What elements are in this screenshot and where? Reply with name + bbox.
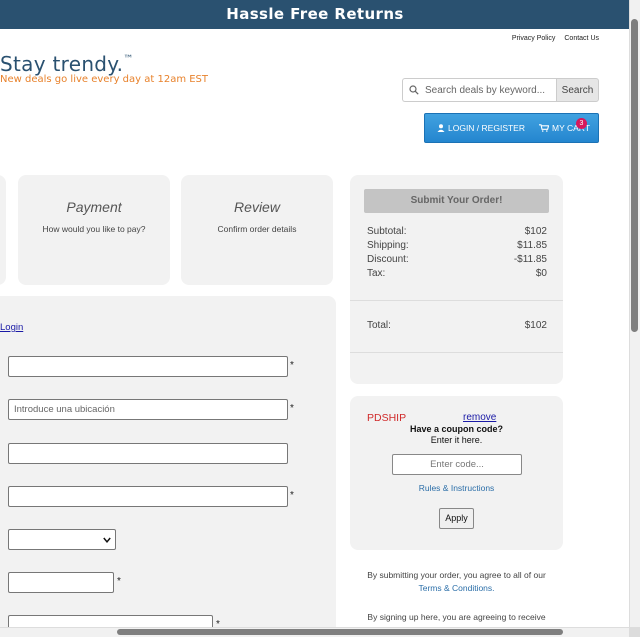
summary-label: Tax: bbox=[367, 268, 386, 279]
summary-label: Discount: bbox=[367, 254, 409, 265]
required-asterisk: * bbox=[290, 490, 294, 501]
summary-divider bbox=[350, 352, 563, 353]
terms-conditions-link[interactable]: Terms & Conditions. bbox=[418, 583, 494, 593]
vertical-scrollbar-thumb[interactable] bbox=[631, 19, 638, 332]
summary-value: $0 bbox=[535, 268, 547, 279]
step-card-review[interactable]: Review Confirm order details bbox=[181, 175, 333, 285]
terms-text: By submitting your order, you agree to a… bbox=[367, 570, 546, 580]
brand-logo[interactable]: Stay trendy.™ bbox=[0, 52, 134, 76]
signup-notice: By signing up here, you are agreeing to … bbox=[367, 612, 546, 622]
chevron-down-icon bbox=[103, 537, 111, 543]
applied-promo-code: PDSHIP bbox=[367, 412, 407, 424]
cart-count-badge: 3 bbox=[576, 118, 587, 129]
step-subtitle: How would you like to pay? bbox=[42, 224, 146, 234]
form-select[interactable] bbox=[8, 529, 116, 550]
remove-promo-link[interactable]: remove bbox=[463, 412, 496, 423]
brand-tagline: New deals go live every day at 12am EST bbox=[0, 74, 209, 85]
summary-row-tax: Tax: $0 bbox=[367, 268, 547, 279]
checkout-page: Hassle Free Returns Privacy Policy Conta… bbox=[0, 0, 640, 637]
terms-notice: By submitting your order, you agree to a… bbox=[350, 569, 563, 595]
step-title: Payment bbox=[66, 199, 122, 215]
step-subtitle: Confirm order details bbox=[217, 224, 297, 234]
rules-instructions-link[interactable]: Rules & Instructions bbox=[350, 483, 563, 493]
submit-order-button[interactable]: Submit Your Order! bbox=[364, 189, 549, 213]
apply-coupon-button[interactable]: Apply bbox=[439, 508, 474, 529]
brand-name: Stay trendy. bbox=[0, 52, 124, 76]
search-button[interactable]: Search bbox=[556, 78, 599, 102]
summary-divider bbox=[350, 300, 563, 301]
required-asterisk: * bbox=[117, 576, 121, 587]
search-icon bbox=[409, 85, 419, 95]
summary-label: Subtotal: bbox=[367, 226, 407, 237]
login-register-button[interactable]: LOGIN / REGISTER bbox=[437, 123, 525, 133]
step-card-payment[interactable]: Payment How would you like to pay? bbox=[18, 175, 170, 285]
location-field[interactable] bbox=[8, 399, 288, 420]
form-field-4[interactable] bbox=[8, 486, 288, 507]
form-field-3[interactable] bbox=[8, 443, 288, 464]
summary-row-subtotal: Subtotal: $102 bbox=[367, 226, 547, 237]
user-icon bbox=[437, 124, 445, 132]
header-links: Privacy Policy Contact Us bbox=[505, 35, 599, 42]
summary-label: Shipping: bbox=[367, 240, 409, 251]
summary-row-shipping: Shipping: $11.85 bbox=[367, 240, 547, 251]
summary-value: $102 bbox=[524, 226, 547, 237]
step-card-shipping[interactable] bbox=[0, 175, 6, 285]
required-asterisk: * bbox=[290, 360, 294, 371]
summary-value: -$11.85 bbox=[513, 254, 547, 265]
scrollbar-corner bbox=[629, 627, 640, 637]
step-title: Review bbox=[234, 199, 280, 215]
login-register-label: LOGIN / REGISTER bbox=[448, 123, 525, 133]
cart-icon bbox=[539, 124, 549, 132]
summary-value: $11.85 bbox=[517, 240, 547, 251]
search-field bbox=[402, 78, 556, 102]
required-asterisk: * bbox=[290, 403, 294, 414]
privacy-policy-link[interactable]: Privacy Policy bbox=[512, 35, 556, 42]
coupon-code-input[interactable] bbox=[392, 454, 522, 475]
summary-row-total: Total: $102 bbox=[367, 320, 547, 331]
coupon-heading: Have a coupon code? bbox=[409, 424, 504, 434]
coupon-subheading: Enter it here. bbox=[430, 435, 483, 445]
account-button-group: LOGIN / REGISTER MY CART 3 bbox=[424, 113, 599, 143]
search-input[interactable] bbox=[425, 84, 555, 96]
contact-us-link[interactable]: Contact Us bbox=[564, 35, 599, 42]
form-field-6[interactable] bbox=[8, 572, 114, 593]
horizontal-scrollbar-thumb[interactable] bbox=[117, 629, 563, 635]
form-field-1[interactable] bbox=[8, 356, 288, 377]
promo-banner: Hassle Free Returns bbox=[0, 0, 630, 29]
search-bar: Search bbox=[402, 78, 599, 102]
login-link[interactable]: Login bbox=[0, 322, 23, 333]
total-value: $102 bbox=[524, 320, 547, 331]
summary-row-discount: Discount: -$11.85 bbox=[367, 254, 547, 265]
trademark-symbol: ™ bbox=[123, 54, 134, 65]
total-label: Total: bbox=[367, 320, 391, 331]
